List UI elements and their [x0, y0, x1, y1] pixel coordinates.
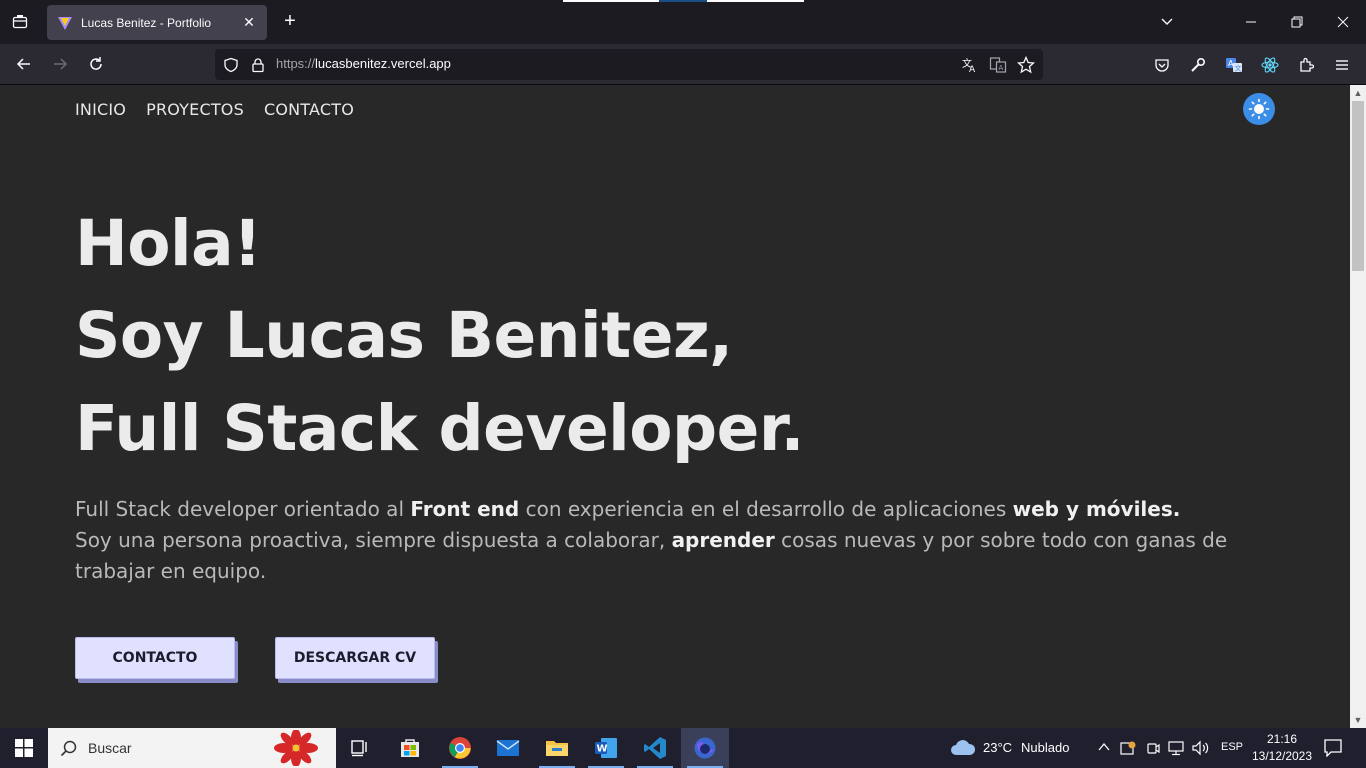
download-cv-button[interactable]: DESCARGAR CV	[275, 637, 435, 679]
language-indicator[interactable]: ESP	[1221, 741, 1243, 753]
windows-start-icon[interactable]	[0, 728, 48, 768]
restore-icon[interactable]	[1274, 0, 1320, 44]
nav-link-contacto[interactable]: CONTACTO	[264, 100, 354, 119]
svg-text:W: W	[597, 744, 608, 755]
forward-arrow-icon[interactable]	[46, 52, 74, 76]
bio-paragraph: Full Stack developer orientado al Front …	[75, 497, 1228, 583]
react-devtools-icon[interactable]	[1259, 54, 1281, 76]
shield-icon[interactable]	[221, 55, 241, 75]
wrench-icon[interactable]	[1187, 54, 1209, 76]
mail-icon[interactable]	[484, 728, 532, 768]
weather-desc[interactable]: Nublado	[1021, 740, 1069, 755]
volume-icon[interactable]	[1192, 740, 1210, 756]
svg-text:A: A	[999, 64, 1004, 72]
site-nav: INICIO PROYECTOS CONTACTO	[75, 100, 354, 119]
translate-icon[interactable]: 文A	[960, 55, 980, 75]
extensions-icon[interactable]	[1295, 54, 1317, 76]
tab-title: Lucas Benitez - Portfolio	[81, 15, 212, 30]
hero-greeting: Hola!	[75, 207, 262, 280]
task-view-icon[interactable]	[336, 728, 384, 768]
page-scrollbar[interactable]: ▲ ▼	[1350, 85, 1366, 728]
close-window-icon[interactable]	[1320, 0, 1366, 44]
firefox-icon[interactable]	[681, 728, 729, 768]
pocket-icon[interactable]	[1151, 54, 1173, 76]
nav-link-proyectos[interactable]: PROYECTOS	[146, 100, 244, 119]
chrome-icon[interactable]	[436, 728, 484, 768]
scroll-down-arrow-icon[interactable]: ▼	[1350, 712, 1366, 728]
theme-toggle-button[interactable]	[1243, 93, 1275, 125]
sun-icon	[1248, 98, 1270, 120]
system-clock[interactable]: 21:16 13/12/2023	[1246, 731, 1318, 765]
weather-temp[interactable]: 23°C	[983, 740, 1012, 755]
security-tray-icon[interactable]	[1120, 740, 1136, 756]
nav-link-inicio[interactable]: INICIO	[75, 100, 126, 119]
minimize-icon[interactable]	[1228, 0, 1274, 44]
new-tab-button[interactable]: +	[278, 10, 302, 34]
svg-text:A: A	[969, 65, 976, 74]
chevron-up-icon[interactable]	[1098, 742, 1110, 752]
translator-extension-icon[interactable]: A文	[1223, 54, 1245, 76]
clock-time: 21:16	[1266, 732, 1298, 746]
page-viewport: INICIO PROYECTOS CONTACTO Hola! Soy Luca…	[0, 85, 1350, 728]
vscode-icon[interactable]	[631, 728, 679, 768]
contact-button[interactable]: CONTACTO	[75, 637, 235, 679]
search-icon	[60, 740, 77, 757]
clock-date: 13/12/2023	[1251, 749, 1313, 763]
chevron-down-icon[interactable]	[1144, 0, 1190, 44]
top-indicator	[563, 0, 804, 2]
windows-taskbar: Buscar W 23°C Nublado ESP 21:16 13/12/20…	[0, 728, 1366, 768]
url-bar[interactable]: https://lucasbenitez.vercel.app 文A A	[215, 49, 1043, 80]
file-explorer-icon[interactable]	[533, 728, 581, 768]
search-placeholder: Buscar	[88, 740, 132, 756]
taskbar-search[interactable]: Buscar	[48, 728, 336, 768]
browser-tab-strip: Lucas Benitez - Portfolio ✕ +	[0, 0, 1366, 44]
reload-icon[interactable]	[82, 52, 110, 76]
meet-now-icon[interactable]	[1146, 740, 1160, 756]
svg-text:文: 文	[1235, 64, 1242, 73]
vite-favicon-icon	[58, 16, 72, 30]
scrollbar-thumb[interactable]	[1352, 101, 1364, 271]
tab-portfolio[interactable]: Lucas Benitez - Portfolio ✕	[47, 5, 267, 40]
lock-icon[interactable]	[248, 55, 268, 75]
microsoft-store-icon[interactable]	[386, 728, 434, 768]
bookmark-star-icon[interactable]	[1016, 55, 1036, 75]
notification-center-icon[interactable]	[1324, 739, 1342, 757]
cloud-weather-icon[interactable]	[950, 739, 976, 757]
browser-toolbar: https://lucasbenitez.vercel.app 文A A A文	[0, 44, 1366, 85]
close-tab-icon[interactable]: ✕	[241, 14, 257, 31]
network-icon[interactable]	[1168, 740, 1186, 756]
hamburger-menu-icon[interactable]	[1331, 54, 1353, 76]
list-all-tabs-icon[interactable]	[8, 10, 32, 34]
poinsettia-icon	[274, 730, 318, 766]
word-icon[interactable]: W	[582, 728, 630, 768]
url-text[interactable]: https://lucasbenitez.vercel.app	[276, 56, 451, 71]
hero-role: Full Stack developer.	[75, 392, 804, 465]
back-arrow-icon[interactable]	[10, 52, 38, 76]
hero-name: Soy Lucas Benitez,	[75, 299, 733, 372]
scroll-up-arrow-icon[interactable]: ▲	[1350, 85, 1366, 101]
page-translate-icon[interactable]: A	[988, 55, 1008, 75]
